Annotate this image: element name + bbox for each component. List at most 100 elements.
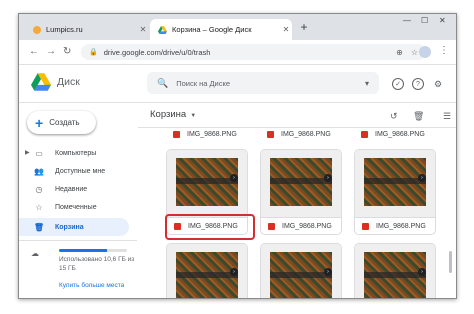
file-card[interactable]: › xyxy=(166,243,248,298)
next-arrow-icon: › xyxy=(418,174,426,182)
file-caption[interactable]: IMG_9868.PNG xyxy=(355,217,435,234)
shared-icon: 👥 xyxy=(34,166,44,176)
file-caption[interactable]: IMG_9868.PNG xyxy=(261,217,341,234)
sidebar-item-computers[interactable]: ▭ Компьютеры xyxy=(19,144,129,162)
file-name: IMG_9868.PNG xyxy=(282,223,332,230)
delete-forever-icon[interactable]: 🗑 xyxy=(413,111,424,122)
new-button[interactable]: + Создать xyxy=(27,111,96,134)
sidebar-item-label: Помеченные xyxy=(55,203,97,211)
search-placeholder: Поиск на Диске xyxy=(176,78,231,88)
sidebar-item-label: Доступные мне xyxy=(55,167,106,175)
file-caption-partial[interactable]: IMG_9868.PNG xyxy=(354,128,436,140)
sidebar-item-starred[interactable]: ☆ Помеченные xyxy=(19,198,129,216)
buy-storage-link[interactable]: Купить больше места xyxy=(59,282,124,289)
search-input[interactable]: 🔍 Поиск на Диске ▾ xyxy=(147,72,379,94)
avatar[interactable] xyxy=(419,46,431,58)
screenshot-preview: › xyxy=(270,252,332,298)
sidebar-item-label: Недавние xyxy=(55,185,88,193)
offline-status-icon[interactable]: ✓ xyxy=(392,78,404,90)
tab-title: Lumpics.ru xyxy=(46,25,83,34)
sidebar-item-trash[interactable]: 🗑 Корзина xyxy=(19,218,129,236)
main-content: Корзина ▼ ↺ 🗑 ☰ IMG_9868.PNG IMG_9868.PNG… xyxy=(138,103,456,298)
clock-icon: ◷ xyxy=(35,184,43,194)
file-name: IMG_9868.PNG xyxy=(281,130,331,138)
scrollbar[interactable] xyxy=(449,251,452,273)
sidebar-item-label: Корзина xyxy=(55,223,84,231)
sidebar-item-shared[interactable]: 👥 Доступные мне xyxy=(19,162,129,180)
file-card[interactable]: › xyxy=(354,243,436,298)
file-thumbnail: › xyxy=(355,244,435,298)
image-file-icon xyxy=(268,223,275,230)
close-tab-icon[interactable]: ✕ xyxy=(280,25,292,34)
file-card[interactable]: › IMG_9868.PNG xyxy=(354,149,436,235)
file-thumbnail: › xyxy=(167,150,247,217)
help-icon[interactable]: ? xyxy=(412,78,424,90)
drive-favicon-icon xyxy=(158,25,167,34)
screenshot-preview: › xyxy=(364,158,426,206)
file-card[interactable]: › IMG_9868.PNG xyxy=(260,149,342,235)
lock-icon[interactable]: 🔒 xyxy=(89,48,98,56)
file-caption-partial[interactable]: IMG_9868.PNG xyxy=(166,128,248,140)
menu-icon[interactable]: ⋮ xyxy=(439,45,449,56)
window-close-icon[interactable]: ✕ xyxy=(439,16,446,25)
file-caption-partial[interactable]: IMG_9868.PNG xyxy=(260,128,342,140)
screenshot-preview: › xyxy=(176,158,238,206)
screenshot-preview: › xyxy=(270,158,332,206)
screenshot-preview: › xyxy=(364,252,426,298)
star-outline-icon: ☆ xyxy=(35,202,43,212)
toolbar: ← → ↻ 🔒 drive.google.com/drive/u/0/trash… xyxy=(19,40,456,65)
next-arrow-icon: › xyxy=(418,268,426,276)
computer-icon: ▭ xyxy=(35,148,43,158)
chevron-down-icon[interactable]: ▼ xyxy=(190,113,196,119)
forward-icon[interactable]: → xyxy=(46,46,56,57)
file-card[interactable]: › xyxy=(260,243,342,298)
settings-icon[interactable]: ⚙ xyxy=(432,78,444,90)
minimize-icon[interactable]: — xyxy=(403,16,411,25)
next-arrow-icon: › xyxy=(230,174,238,182)
close-tab-icon[interactable]: ✕ xyxy=(137,25,149,34)
zoom-icon[interactable]: ⊕ xyxy=(396,48,403,57)
back-icon[interactable]: ← xyxy=(29,46,39,57)
sidebar-divider xyxy=(19,240,137,241)
new-button-label: Создать xyxy=(49,118,80,127)
sidebar-item-recent[interactable]: ◷ Недавние xyxy=(19,180,129,198)
next-arrow-icon: › xyxy=(324,268,332,276)
image-file-icon xyxy=(267,130,274,138)
file-thumbnail: › xyxy=(261,150,341,217)
plus-icon: + xyxy=(35,114,44,131)
trash-icon: 🗑 xyxy=(33,222,45,232)
maximize-icon[interactable]: ☐ xyxy=(421,16,428,25)
search-options-icon[interactable]: ▾ xyxy=(365,79,369,88)
list-view-icon[interactable]: ☰ xyxy=(443,111,451,122)
search-icon[interactable]: 🔍 xyxy=(157,78,168,89)
tab-lumpics[interactable]: Lumpics.ru ✕ xyxy=(25,19,149,40)
sidebar-item-label: Компьютеры xyxy=(55,149,97,157)
sidebar: + Создать ▶ ▭ Компьютеры 👥 Доступные мне… xyxy=(19,103,137,298)
file-name: IMG_9868.PNG xyxy=(187,130,237,138)
next-arrow-icon: › xyxy=(324,174,332,182)
address-bar[interactable]: 🔒 drive.google.com/drive/u/0/trash ⊕ ☆ xyxy=(81,44,426,60)
storage-progress-bar xyxy=(59,249,127,252)
file-thumbnail: › xyxy=(355,150,435,217)
breadcrumb[interactable]: Корзина ▼ xyxy=(150,109,196,120)
page-title: Корзина xyxy=(150,109,187,120)
drive-header: Диск 🔍 Поиск на Диске ▾ ✓ ? ⚙ xyxy=(19,65,456,103)
image-file-icon xyxy=(361,130,368,138)
new-tab-button[interactable]: + xyxy=(297,21,311,35)
reload-icon[interactable]: ↻ xyxy=(63,46,71,57)
browser-window: Lumpics.ru ✕ Корзина – Google Диск ✕ + —… xyxy=(18,13,457,299)
drive-logo-icon[interactable] xyxy=(31,73,51,91)
cloud-storage-icon: ☁ xyxy=(31,249,39,258)
file-name: IMG_9868.PNG xyxy=(376,223,426,230)
url-text: drive.google.com/drive/u/0/trash xyxy=(103,47,211,57)
image-file-icon xyxy=(362,223,369,230)
app-name: Диск xyxy=(57,76,80,88)
tab-google-drive-trash[interactable]: Корзина – Google Диск ✕ xyxy=(150,19,292,40)
star-icon[interactable]: ☆ xyxy=(411,48,418,57)
screenshot-preview: › xyxy=(176,252,238,298)
restore-icon[interactable]: ↺ xyxy=(390,111,398,122)
file-name: IMG_9868.PNG xyxy=(375,130,425,138)
lumpics-favicon-icon xyxy=(33,25,41,34)
image-file-icon xyxy=(173,130,180,138)
tab-strip: Lumpics.ru ✕ Корзина – Google Диск ✕ + —… xyxy=(19,14,456,40)
